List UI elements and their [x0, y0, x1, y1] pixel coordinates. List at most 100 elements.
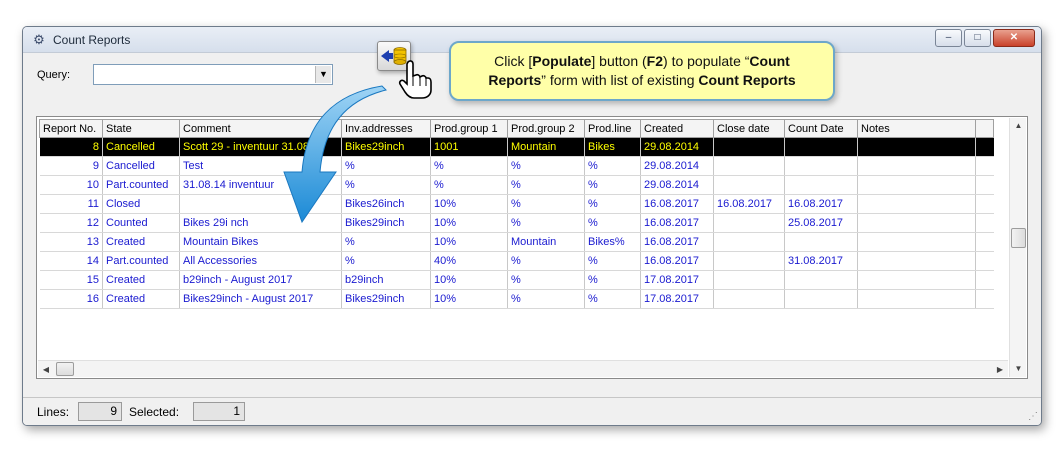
vertical-scrollbar[interactable]: ▲ ▼ — [1009, 118, 1026, 377]
table-cell[interactable]: 13 — [39, 232, 103, 252]
table-cell[interactable] — [713, 251, 785, 271]
table-cell[interactable]: % — [430, 175, 508, 195]
column-header[interactable]: Prod.group 2 — [507, 119, 585, 138]
table-cell[interactable]: 10% — [430, 213, 508, 233]
table-cell[interactable]: 14 — [39, 251, 103, 271]
table-cell[interactable] — [784, 175, 858, 195]
table-cell[interactable]: Mountain — [507, 137, 585, 157]
table-cell[interactable] — [857, 270, 976, 290]
column-header[interactable]: Prod.group 1 — [430, 119, 508, 138]
table-cell[interactable] — [784, 232, 858, 252]
maximize-button[interactable]: □ — [964, 29, 991, 47]
table-cell[interactable]: Cancelled — [102, 156, 180, 176]
table-cell[interactable]: 10% — [430, 232, 508, 252]
table-cell[interactable]: 16.08.2017 — [640, 213, 714, 233]
column-header[interactable]: Created — [640, 119, 714, 138]
table-cell[interactable] — [784, 156, 858, 176]
table-row[interactable]: 16 Created Bikes29inch - August 2017 Bikes2… — [39, 289, 994, 309]
table-cell[interactable]: % — [507, 156, 585, 176]
table-cell[interactable]: Bikes% — [584, 232, 641, 252]
table-row[interactable]: 10 Part.counted 31.08.14 inventuur%%%% 29.0… — [39, 175, 994, 195]
table-cell[interactable]: 8 — [39, 137, 103, 157]
table-cell[interactable] — [857, 156, 976, 176]
scroll-up-icon[interactable]: ▲ — [1010, 118, 1027, 134]
table-cell[interactable]: 16.08.2017 — [640, 194, 714, 214]
table-cell[interactable]: 17.08.2017 — [640, 270, 714, 290]
table-cell[interactable]: % — [507, 213, 585, 233]
table-cell[interactable]: 15 — [39, 270, 103, 290]
table-cell[interactable]: 31.08.2017 — [784, 251, 858, 271]
table-cell[interactable]: 40% — [430, 251, 508, 271]
minimize-button[interactable]: – — [935, 29, 962, 47]
table-cell[interactable]: % — [430, 156, 508, 176]
table-cell[interactable]: 1001 — [430, 137, 508, 157]
table-cell[interactable] — [713, 156, 785, 176]
table-cell[interactable]: b29inch — [341, 270, 431, 290]
table-cell[interactable] — [713, 270, 785, 290]
table-cell[interactable]: 10% — [430, 194, 508, 214]
table-cell[interactable]: Created — [102, 270, 180, 290]
table-cell[interactable]: Bikes — [584, 137, 641, 157]
table-cell[interactable]: Cancelled — [102, 137, 180, 157]
table-cell[interactable] — [857, 289, 976, 309]
table-cell[interactable]: % — [584, 194, 641, 214]
table-cell[interactable]: Part.counted — [102, 175, 180, 195]
table-cell[interactable]: % — [507, 175, 585, 195]
column-header[interactable]: Close date — [713, 119, 785, 138]
vertical-scroll-thumb[interactable] — [1011, 228, 1026, 248]
table-cell[interactable]: 10 — [39, 175, 103, 195]
resize-grip-icon[interactable]: ⋰ — [1028, 411, 1038, 422]
table-cell[interactable]: 10% — [430, 270, 508, 290]
table-cell[interactable]: Bikes29inch - August 2017 — [179, 289, 342, 309]
table-cell[interactable] — [713, 213, 785, 233]
table-cell[interactable] — [784, 289, 858, 309]
table-cell[interactable] — [784, 270, 858, 290]
table-cell[interactable]: 16.08.2017 — [640, 232, 714, 252]
table-cell[interactable]: 16.08.2017 — [640, 251, 714, 271]
table-cell[interactable] — [857, 232, 976, 252]
horizontal-scrollbar[interactable]: ◀ ▶ — [38, 360, 1008, 377]
table-cell[interactable] — [713, 175, 785, 195]
table-cell[interactable] — [713, 232, 785, 252]
table-cell[interactable]: Part.counted — [102, 251, 180, 271]
table-cell[interactable]: 29.08.2014 — [640, 175, 714, 195]
column-header[interactable]: Count Date — [784, 119, 858, 138]
table-row[interactable]: 14 Part.counted All Accessories% 40%%% 16.08… — [39, 251, 994, 271]
close-button[interactable]: ✕ — [993, 29, 1035, 47]
table-cell[interactable]: Bikes29inch — [341, 289, 431, 309]
table-cell[interactable]: % — [584, 156, 641, 176]
scroll-down-icon[interactable]: ▼ — [1010, 361, 1027, 377]
table-cell[interactable]: 29.08.2014 — [640, 156, 714, 176]
table-cell[interactable]: % — [584, 213, 641, 233]
table-cell[interactable] — [857, 251, 976, 271]
table-cell[interactable]: % — [584, 251, 641, 271]
table-cell[interactable]: 10% — [430, 289, 508, 309]
table-cell[interactable] — [713, 137, 785, 157]
table-cell[interactable]: 16 — [39, 289, 103, 309]
table-cell[interactable] — [784, 137, 858, 157]
column-header[interactable]: Notes — [857, 119, 976, 138]
column-header[interactable]: State — [102, 119, 180, 138]
table-cell[interactable]: 25.08.2017 — [784, 213, 858, 233]
table-row[interactable]: 13 Created Mountain Bikes% 10% Mountain Bikes… — [39, 232, 994, 252]
table-cell[interactable]: 17.08.2017 — [640, 289, 714, 309]
horizontal-scroll-thumb[interactable] — [56, 362, 74, 376]
table-cell[interactable]: Created — [102, 232, 180, 252]
table-cell[interactable]: 29.08.2014 — [640, 137, 714, 157]
table-cell[interactable] — [857, 213, 976, 233]
table-cell[interactable] — [857, 137, 976, 157]
table-cell[interactable]: Mountain — [507, 232, 585, 252]
table-cell[interactable]: % — [584, 270, 641, 290]
table-cell[interactable]: All Accessories — [179, 251, 342, 271]
table-cell[interactable]: % — [584, 289, 641, 309]
table-cell[interactable]: % — [507, 289, 585, 309]
table-cell[interactable]: 12 — [39, 213, 103, 233]
table-cell[interactable]: % — [507, 270, 585, 290]
table-cell[interactable]: % — [341, 251, 431, 271]
table-row[interactable]: 11 Closed Bikes26inch 10%%% 16.08.2017 16.08.… — [39, 194, 994, 214]
table-cell[interactable]: % — [507, 251, 585, 271]
table-row[interactable]: 12 Counted Bikes 29i nch Bikes29inch 10%%% 16… — [39, 213, 994, 233]
table-cell[interactable]: Mountain Bikes — [179, 232, 342, 252]
table-cell[interactable]: % — [341, 232, 431, 252]
table-row[interactable]: 15 Created b29inch - August 2017 b29inch 10%… — [39, 270, 994, 290]
